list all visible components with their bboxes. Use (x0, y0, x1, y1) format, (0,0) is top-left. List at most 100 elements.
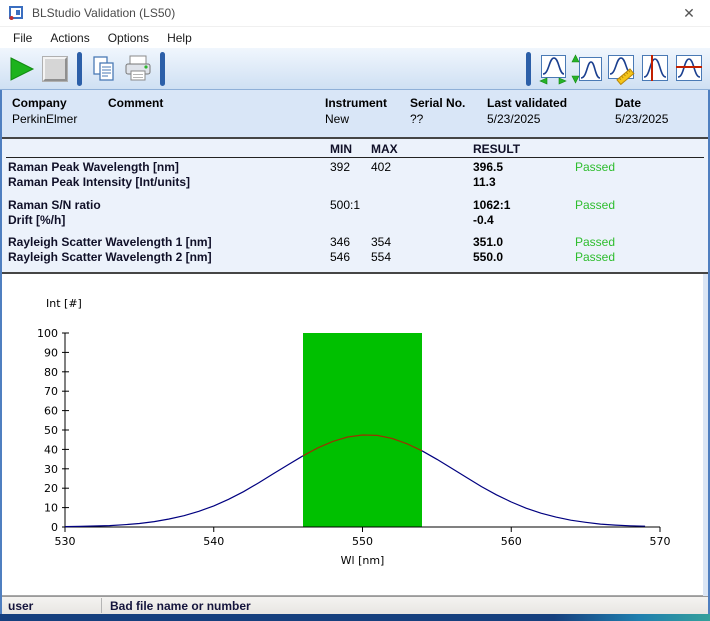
table-row: Rayleigh Scatter Wavelength 1 [nm] 346 3… (0, 235, 710, 250)
row-min: 392 (330, 160, 350, 174)
row-label: Raman Peak Intensity [Int/units] (8, 175, 190, 189)
ruler-button[interactable] (605, 52, 637, 86)
toolbar-separator (160, 52, 165, 86)
svg-text:Wl [nm]: Wl [nm] (341, 554, 385, 567)
svg-text:570: 570 (650, 535, 671, 548)
toolbar-separator (77, 52, 82, 86)
row-status: Passed (575, 250, 615, 264)
copy-icon (89, 54, 119, 84)
status-message: Bad file name or number (110, 599, 251, 613)
row-label: Raman Peak Wavelength [nm] (8, 160, 179, 174)
field-label: Instrument (325, 96, 387, 110)
svg-text:80: 80 (44, 366, 58, 379)
row-min: 546 (330, 250, 350, 264)
field-label: Serial No. (410, 96, 465, 110)
menu-help[interactable]: Help (158, 29, 201, 47)
status-divider (101, 598, 102, 613)
field-date: Date 5/23/2025 (615, 96, 668, 126)
print-icon (122, 54, 154, 84)
row-label: Rayleigh Scatter Wavelength 1 [nm] (8, 235, 212, 249)
validation-chart: 0102030405060708090100530540550560570Wl … (0, 274, 710, 596)
vertical-cursor-button[interactable] (639, 52, 671, 86)
horizontal-cursor-icon (673, 53, 705, 85)
horizontal-cursor-button[interactable] (673, 52, 705, 86)
field-label: Date (615, 96, 668, 110)
row-result: 351.0 (473, 235, 503, 249)
toolbar (0, 48, 710, 90)
field-label: Comment (108, 96, 163, 110)
field-instrument: Instrument New (325, 96, 387, 126)
fit-vertical-icon (571, 53, 603, 85)
row-result: 396.5 (473, 160, 503, 174)
fit-horizontal-button[interactable] (537, 52, 569, 86)
table-header-row: MIN MAX RESULT (0, 142, 710, 157)
svg-text:10: 10 (44, 502, 58, 515)
svg-text:550: 550 (352, 535, 373, 548)
header-underline (6, 157, 704, 158)
table-row: Raman S/N ratio 500:1 1062:1 Passed (0, 198, 710, 213)
window-title: BLStudio Validation (LS50) (32, 6, 175, 20)
info-panel: Company PerkinElmer Comment Instrument N… (0, 90, 710, 137)
fit-vertical-button[interactable] (571, 52, 603, 86)
svg-text:30: 30 (44, 463, 58, 476)
chart-toolbar-group (521, 52, 706, 86)
row-max: 554 (371, 250, 391, 264)
table-row: Raman Peak Intensity [Int/units] 11.3 (0, 175, 710, 190)
field-label: Company (12, 96, 77, 110)
table-row: Drift [%/h] -0.4 (0, 213, 710, 228)
row-result: 550.0 (473, 250, 503, 264)
field-value: ?? (410, 112, 465, 126)
status-bar: user Bad file name or number (0, 596, 710, 614)
svg-text:530: 530 (55, 535, 76, 548)
svg-text:40: 40 (44, 443, 58, 456)
field-comment: Comment (108, 96, 163, 112)
field-value: 5/23/2025 (487, 112, 567, 126)
stop-button[interactable] (39, 52, 71, 86)
table-row: Raman Peak Wavelength [nm] 392 402 396.5… (0, 160, 710, 175)
menu-options[interactable]: Options (99, 29, 158, 47)
svg-text:Int [#]: Int [#] (46, 297, 82, 310)
row-result: -0.4 (473, 213, 494, 227)
field-label: Last validated (487, 96, 567, 110)
row-status: Passed (575, 198, 615, 212)
run-icon (6, 54, 36, 84)
fit-horizontal-icon (537, 53, 569, 85)
window-left-border (0, 90, 2, 614)
table-row: Rayleigh Scatter Wavelength 2 [nm] 546 5… (0, 250, 710, 265)
row-label: Rayleigh Scatter Wavelength 2 [nm] (8, 250, 212, 264)
window-bottom-border (0, 614, 710, 621)
stop-icon (43, 57, 67, 81)
row-min: 500:1 (330, 198, 360, 212)
vertical-cursor-icon (639, 53, 671, 85)
row-status: Passed (575, 160, 615, 174)
run-button[interactable] (5, 52, 37, 86)
field-value: New (325, 112, 387, 126)
menu-bar: File Actions Options Help (0, 27, 710, 48)
field-company: Company PerkinElmer (12, 96, 77, 126)
app-window: BLStudio Validation (LS50) ✕ File Action… (0, 0, 710, 621)
ruler-icon (605, 53, 637, 85)
print-button[interactable] (122, 52, 154, 86)
col-max: MAX (371, 142, 398, 156)
svg-text:60: 60 (44, 405, 58, 418)
copy-button[interactable] (88, 52, 120, 86)
row-status: Passed (575, 235, 615, 249)
row-max: 402 (371, 160, 391, 174)
menu-file[interactable]: File (4, 29, 41, 47)
menu-actions[interactable]: Actions (41, 29, 98, 47)
svg-text:90: 90 (44, 346, 58, 359)
col-min: MIN (330, 142, 352, 156)
row-label: Drift [%/h] (8, 213, 65, 227)
status-user: user (8, 599, 33, 613)
svg-text:0: 0 (51, 521, 58, 534)
results-table: MIN MAX RESULT Raman Peak Wavelength [nm… (0, 139, 710, 272)
chart-panel: 0102030405060708090100530540550560570Wl … (0, 274, 710, 596)
svg-text:20: 20 (44, 482, 58, 495)
svg-text:540: 540 (203, 535, 224, 548)
field-serial-no: Serial No. ?? (410, 96, 465, 126)
svg-text:50: 50 (44, 424, 58, 437)
row-result: 1062:1 (473, 198, 510, 212)
field-value: 5/23/2025 (615, 112, 668, 126)
row-result: 11.3 (473, 175, 496, 189)
close-button[interactable]: ✕ (678, 4, 700, 22)
